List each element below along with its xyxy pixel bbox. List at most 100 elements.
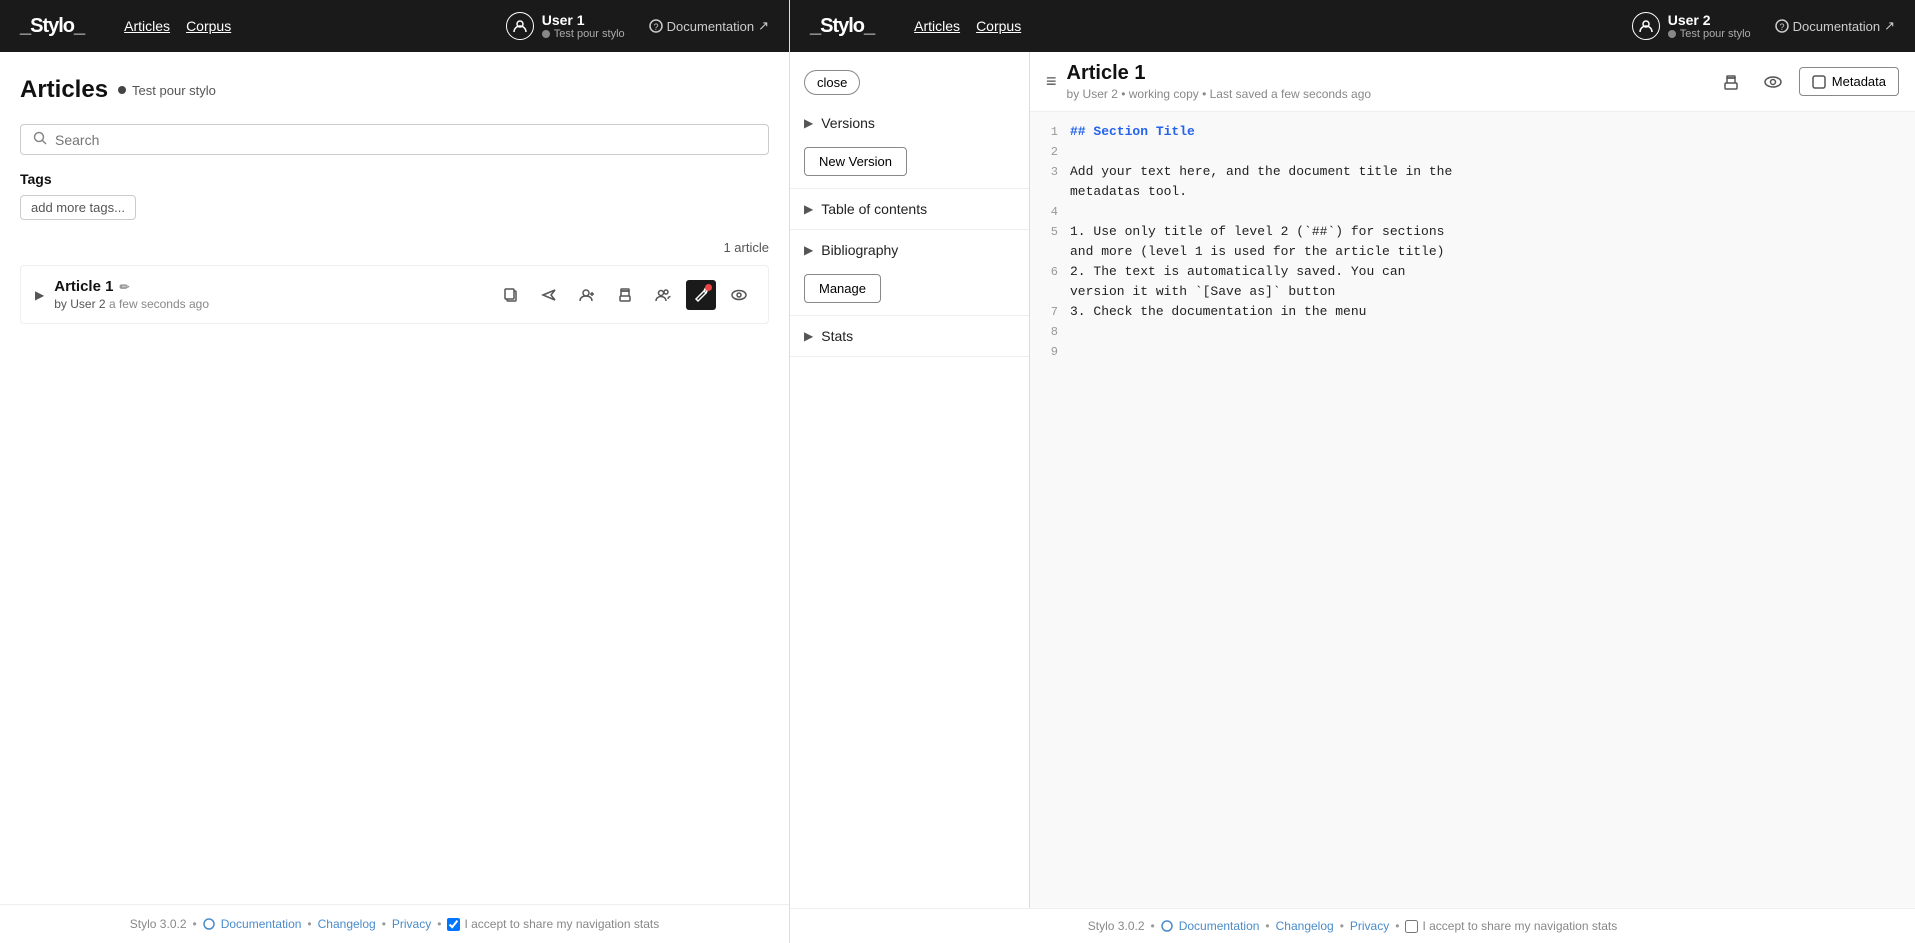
right-stats-checkbox[interactable]	[1405, 920, 1418, 933]
article-count: 1 article	[20, 240, 769, 255]
code-line-2: 2	[1030, 142, 1915, 162]
left-stats-checkbox[interactable]	[447, 918, 460, 931]
left-footer-documentation[interactable]: Documentation	[221, 917, 302, 931]
right-user-info: User 2 Test pour stylo	[1668, 12, 1751, 40]
right-version: Stylo 3.0.2	[1088, 919, 1145, 933]
print-button[interactable]	[610, 280, 640, 310]
corpus-badge: Test pour stylo	[118, 83, 216, 98]
send-button[interactable]	[534, 280, 564, 310]
versions-content: New Version	[790, 143, 1029, 188]
sidebar-header: close	[790, 62, 1029, 103]
code-line-4: 4	[1030, 202, 1915, 222]
left-footer-changelog[interactable]: Changelog	[318, 917, 376, 931]
sidebar-section-stats: ▶ Stats	[790, 316, 1029, 357]
page-title: Articles	[20, 76, 108, 104]
left-content: Articles Test pour stylo Tags add more t…	[0, 52, 789, 904]
article-row: ▶ Article 1 ✏ by User 2 a few seconds ag…	[20, 265, 769, 324]
article-inline-edit-icon[interactable]: ✏	[119, 280, 129, 294]
manage-button[interactable]: Manage	[804, 274, 881, 303]
code-line-9: 9	[1030, 342, 1915, 362]
svg-text:?: ?	[1779, 22, 1784, 32]
toc-label: Table of contents	[821, 201, 927, 217]
left-user-name: User 1	[542, 12, 625, 28]
metadata-button[interactable]: Metadata	[1799, 67, 1899, 96]
metadata-label: Metadata	[1832, 74, 1886, 89]
code-line-5: 5 1. Use only title of level 2 (`##`) fo…	[1030, 222, 1915, 242]
close-button[interactable]: close	[804, 70, 860, 95]
code-line-1: 1 ## Section Title	[1030, 122, 1915, 142]
code-line-3b: metadatas tool.	[1030, 182, 1915, 202]
right-footer-privacy[interactable]: Privacy	[1350, 919, 1389, 933]
left-user-info: User 1 Test pour stylo	[542, 12, 625, 40]
sidebar-section-bibliography: ▶ Bibliography Manage	[790, 230, 1029, 316]
sidebar-stats-header[interactable]: ▶ Stats	[790, 316, 1029, 356]
sidebar-versions-header[interactable]: ▶ Versions	[790, 103, 1029, 143]
edit-btn-wrapper	[686, 280, 716, 310]
toc-chevron: ▶	[804, 202, 813, 216]
right-nav-articles[interactable]: Articles	[914, 18, 960, 34]
search-input[interactable]	[55, 132, 756, 148]
code-line-3: 3 Add your text here, and the document t…	[1030, 162, 1915, 182]
right-nav-corpus[interactable]: Corpus	[976, 18, 1021, 34]
header-preview-button[interactable]	[1757, 66, 1789, 98]
stats-label: Stats	[821, 328, 853, 344]
users-button[interactable]	[648, 280, 678, 310]
search-icon	[33, 131, 47, 148]
svg-text:?: ?	[653, 22, 658, 32]
right-logo: _Stylo_	[810, 15, 874, 38]
stats-chevron: ▶	[804, 329, 813, 343]
article-header-meta: by User 2 • working copy • Last saved a …	[1067, 87, 1372, 101]
left-user-icon	[506, 12, 534, 40]
search-bar	[20, 124, 769, 155]
left-user-sub: Test pour stylo	[542, 28, 625, 40]
left-doc-footer-icon	[203, 918, 215, 930]
right-footer-changelog[interactable]: Changelog	[1276, 919, 1334, 933]
add-user-button[interactable]	[572, 280, 602, 310]
article-title: Article 1 ✏	[54, 278, 486, 295]
new-version-button[interactable]: New Version	[804, 147, 907, 176]
right-stats-checkbox-label: I accept to share my navigation stats	[1405, 919, 1617, 933]
left-nav-articles[interactable]: Articles	[124, 18, 170, 34]
right-nav-links: Articles Corpus	[914, 18, 1021, 34]
right-footer: Stylo 3.0.2 • Documentation • Changelog …	[790, 908, 1915, 943]
right-user-sub: Test pour stylo	[1668, 28, 1751, 40]
right-panel: _Stylo_ Articles Corpus User 2 Test pour…	[790, 0, 1915, 943]
page-heading: Articles Test pour stylo	[20, 76, 769, 104]
left-user-section: User 1 Test pour stylo	[506, 12, 625, 40]
code-line-7: 7 3. Check the documentation in the menu	[1030, 302, 1915, 322]
right-stats-label: I accept to share my navigation stats	[1422, 919, 1617, 933]
left-stats-label: I accept to share my navigation stats	[464, 917, 659, 931]
versions-chevron: ▶	[804, 116, 813, 130]
left-logo: _Stylo_	[20, 15, 84, 38]
tags-section: Tags add more tags...	[20, 171, 769, 220]
left-panel: _Stylo_ Articles Corpus User 1 Test pour…	[0, 0, 790, 943]
code-line-8: 8	[1030, 322, 1915, 342]
header-print-button[interactable]	[1715, 66, 1747, 98]
copy-button[interactable]	[496, 280, 526, 310]
article-title-area: Article 1 ✏ by User 2 a few seconds ago	[54, 278, 486, 311]
article-meta: by User 2 a few seconds ago	[54, 297, 486, 311]
article-header-title: Article 1	[1067, 62, 1372, 85]
right-footer-documentation[interactable]: Documentation	[1179, 919, 1260, 933]
bibliography-label: Bibliography	[821, 242, 898, 258]
bibliography-chevron: ▶	[804, 243, 813, 257]
code-editor[interactable]: 1 ## Section Title 2 3 Add your text her…	[1030, 112, 1915, 908]
add-tags-button[interactable]: add more tags...	[20, 195, 136, 220]
expand-icon[interactable]: ▶	[35, 288, 44, 302]
left-navbar: _Stylo_ Articles Corpus User 1 Test pour…	[0, 0, 789, 52]
left-footer: Stylo 3.0.2 • Documentation • Changelog …	[0, 904, 789, 943]
left-footer-privacy[interactable]: Privacy	[392, 917, 431, 931]
tags-label: Tags	[20, 171, 769, 187]
main-editor-area: ≡ Article 1 by User 2 • working copy • L…	[1030, 52, 1915, 908]
right-user-icon	[1632, 12, 1660, 40]
right-doc-link[interactable]: ? Documentation ↗	[1775, 18, 1895, 34]
left-doc-link[interactable]: ? Documentation ↗	[649, 18, 769, 34]
article-header-info: Article 1 by User 2 • working copy • Las…	[1067, 62, 1372, 101]
right-doc-footer-icon	[1161, 920, 1173, 932]
preview-button[interactable]	[724, 280, 754, 310]
article-header: ≡ Article 1 by User 2 • working copy • L…	[1030, 52, 1915, 112]
sidebar-bibliography-header[interactable]: ▶ Bibliography	[790, 230, 1029, 270]
left-nav-corpus[interactable]: Corpus	[186, 18, 231, 34]
edit-button[interactable]	[686, 280, 716, 310]
sidebar-toc-header[interactable]: ▶ Table of contents	[790, 189, 1029, 229]
